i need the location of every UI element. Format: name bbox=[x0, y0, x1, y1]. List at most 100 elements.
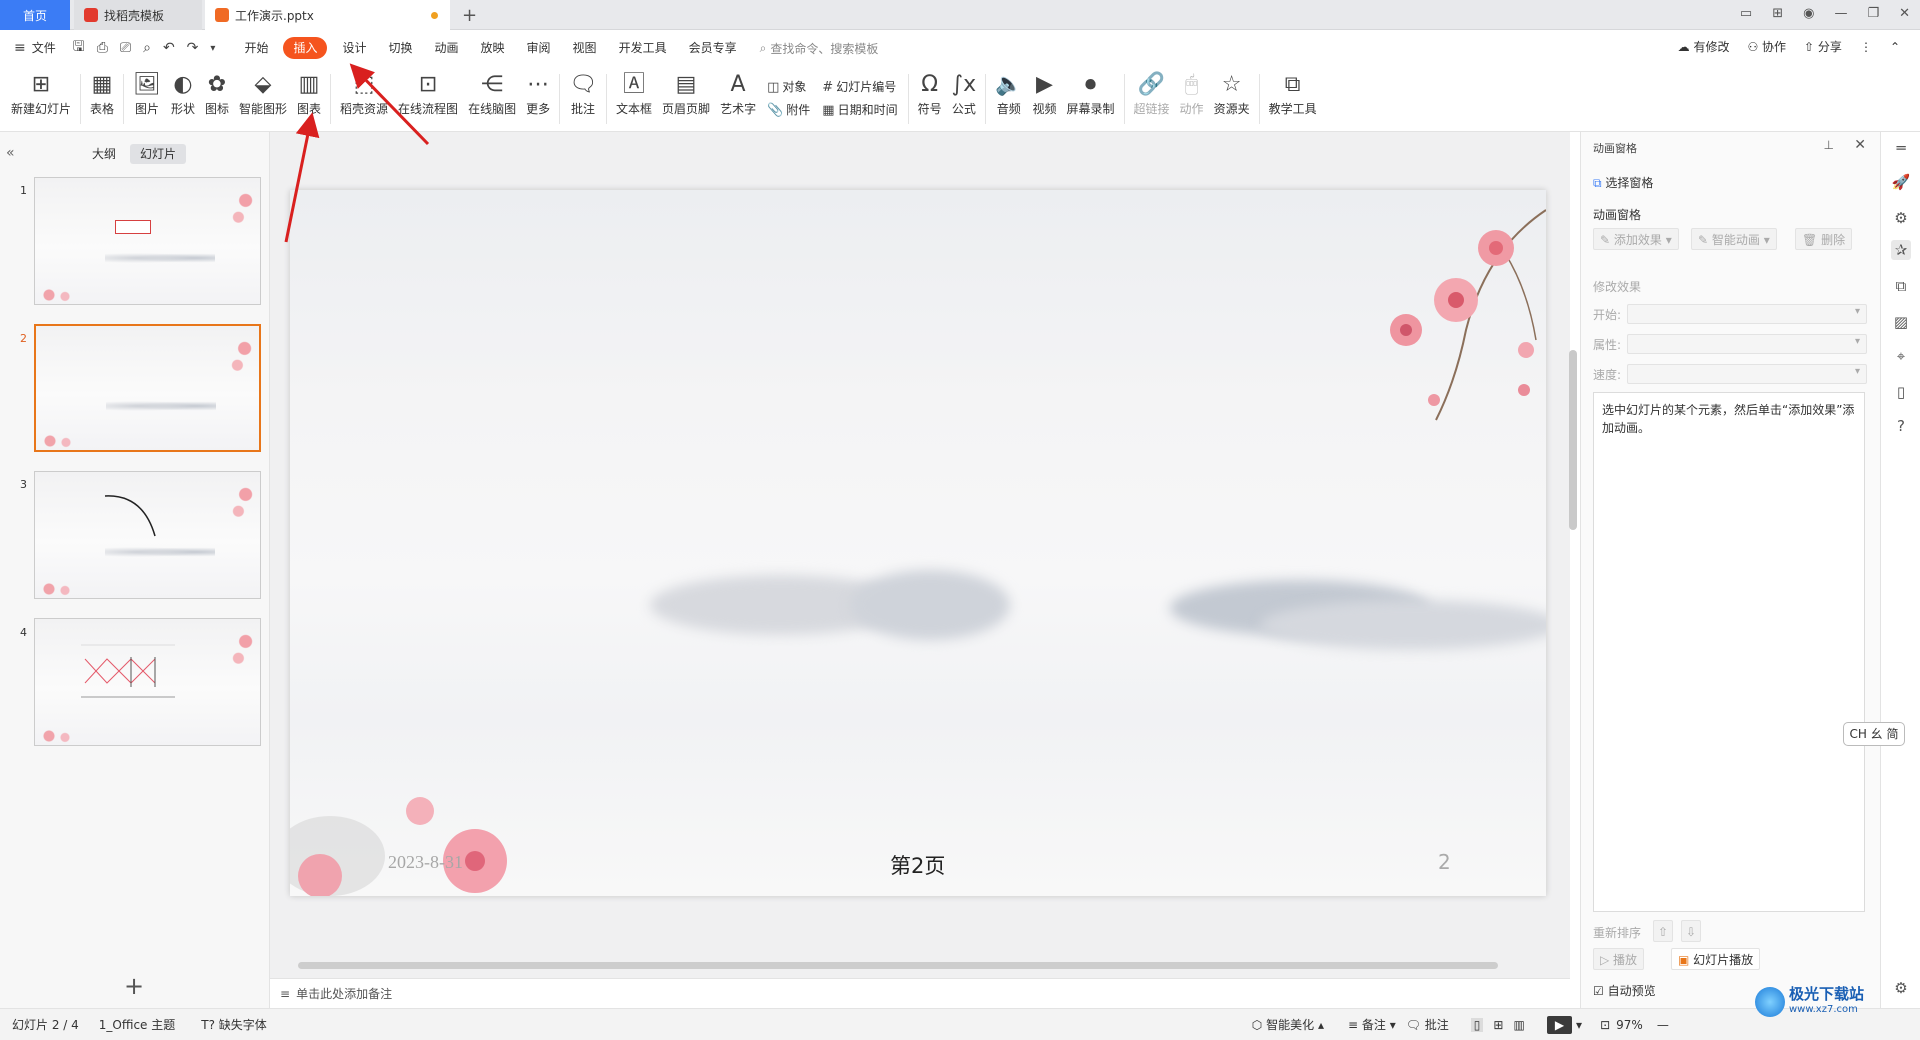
minimize-button[interactable]: — bbox=[1834, 6, 1847, 21]
play-button[interactable]: ▷ 播放 bbox=[1593, 948, 1645, 970]
hyperlink-button[interactable]: 🔗 超链接 bbox=[1129, 66, 1175, 130]
zoom-level[interactable]: 97% bbox=[1616, 1018, 1643, 1032]
ime-indicator[interactable]: CH ⺓ 简 bbox=[1843, 722, 1905, 746]
menu-animation[interactable]: 动画 bbox=[424, 37, 470, 59]
header-footer-button[interactable]: ▤ 页眉页脚 bbox=[657, 66, 715, 130]
pane-title[interactable]: 动画窗格 bbox=[1593, 140, 1637, 156]
collapse-ribbon-icon[interactable]: ⌃ bbox=[1890, 40, 1900, 54]
audio-button[interactable]: 🔈 音频 bbox=[990, 66, 1027, 130]
online-flowchart-button[interactable]: ⊡ 在线流程图 bbox=[393, 66, 463, 130]
horizontal-scrollbar[interactable] bbox=[282, 960, 1562, 970]
add-effect-button[interactable]: ✎ 添加效果 ▾ bbox=[1593, 228, 1679, 250]
screen-record-button[interactable]: ⏺ 屏幕录制 bbox=[1062, 66, 1120, 130]
smart-animation-button[interactable]: ✎ 智能动画 ▾ bbox=[1691, 228, 1777, 250]
hamburger-icon[interactable]: ≡ bbox=[8, 40, 32, 56]
slide-page-number[interactable]: 2 bbox=[1438, 850, 1451, 874]
slide-thumbnail-2[interactable] bbox=[34, 324, 261, 452]
export-pdf-icon[interactable]: ⎙ bbox=[91, 40, 114, 56]
move-up-button[interactable]: ⇧ bbox=[1653, 920, 1674, 942]
tab-slides[interactable]: 幻灯片 bbox=[130, 144, 187, 164]
copy-pane-icon[interactable]: ⧉ bbox=[1891, 276, 1911, 296]
icon-button[interactable]: ✿ 图标 bbox=[200, 66, 234, 130]
notes-toggle-button[interactable]: ≡ 备注 ▾ bbox=[1348, 1016, 1396, 1033]
close-pane-icon[interactable]: ✕ bbox=[1854, 137, 1866, 153]
picture-button[interactable]: 🖼 图片 bbox=[128, 66, 166, 130]
print-icon[interactable]: ⎚ bbox=[114, 40, 137, 56]
move-down-button[interactable]: ⇩ bbox=[1681, 920, 1702, 942]
menu-insert[interactable]: 插入 bbox=[283, 37, 328, 59]
menu-file[interactable]: 文件 bbox=[32, 37, 67, 59]
slide-date[interactable]: 2023-8-31 bbox=[388, 852, 463, 873]
smart-art-button[interactable]: ⬙ 智能图形 bbox=[234, 66, 292, 130]
book-icon[interactable]: ▯ bbox=[1891, 382, 1911, 402]
slide-thumbnail-4[interactable] bbox=[34, 618, 261, 746]
menu-transition[interactable]: 切换 bbox=[377, 37, 423, 59]
action-button[interactable]: 🖱 动作 bbox=[1175, 66, 1209, 130]
delete-button[interactable]: 🗑 删除 bbox=[1795, 228, 1853, 250]
more-options-icon[interactable]: ⋮ bbox=[1860, 40, 1872, 54]
slide-play-button[interactable]: ▣ 幻灯片播放 bbox=[1671, 948, 1761, 970]
collapse-pane-icon[interactable]: « bbox=[6, 145, 15, 161]
add-slide-button[interactable]: + bbox=[124, 972, 144, 1000]
rocket-icon[interactable]: 🚀 bbox=[1891, 172, 1911, 192]
missing-font-button[interactable]: T? 缺失字体 bbox=[201, 1016, 267, 1033]
tab-home[interactable]: 首页 bbox=[0, 0, 70, 30]
slide-number-button[interactable]: # 幻灯片编号 bbox=[822, 78, 897, 95]
settings-gear-icon[interactable]: ⚙ bbox=[1891, 978, 1911, 998]
slide-thumbnail-1[interactable] bbox=[34, 177, 261, 305]
layout-icon[interactable]: ▭ bbox=[1740, 6, 1752, 21]
new-tab-button[interactable]: + bbox=[462, 5, 477, 26]
location-icon[interactable]: ⌖ bbox=[1891, 346, 1911, 366]
object-button[interactable]: ◫ 对象 bbox=[767, 78, 810, 95]
formula-button[interactable]: ∫x 公式 bbox=[947, 66, 981, 130]
property-select[interactable] bbox=[1627, 334, 1867, 354]
scroll-thumb[interactable] bbox=[1569, 350, 1577, 530]
symbol-button[interactable]: Ω 符号 bbox=[913, 66, 947, 130]
picture-pane-icon[interactable]: ▨ bbox=[1891, 312, 1911, 332]
textbox-button[interactable]: 🄰 文本框 bbox=[611, 66, 657, 130]
teaching-tools-button[interactable]: ⧉ 教学工具 bbox=[1264, 66, 1322, 130]
menu-design[interactable]: 设计 bbox=[331, 37, 377, 59]
chart-button[interactable]: ▥ 图表 bbox=[292, 66, 326, 130]
animation-star-icon[interactable]: ✰ bbox=[1891, 240, 1911, 260]
collapse-sidebar-icon[interactable]: ═ bbox=[1891, 138, 1911, 158]
has-changes-button[interactable]: ☁ 有修改 bbox=[1678, 38, 1730, 55]
select-pane-button[interactable]: ⧉ 选择窗格 bbox=[1593, 174, 1653, 191]
save-icon[interactable]: 🖫 bbox=[67, 36, 91, 60]
theme-name[interactable]: 1_Office 主题 bbox=[99, 1016, 175, 1033]
smart-beautify-button[interactable]: ⬡ 智能美化 ▴ bbox=[1252, 1016, 1324, 1033]
comment-toggle-button[interactable]: 🗨 批注 bbox=[1406, 1016, 1449, 1033]
close-button[interactable]: ✕ bbox=[1899, 6, 1910, 21]
video-button[interactable]: ▶ 视频 bbox=[1028, 66, 1062, 130]
shape-button[interactable]: ◐ 形状 bbox=[166, 66, 200, 130]
speed-select[interactable] bbox=[1627, 364, 1867, 384]
restore-button[interactable]: ❐ bbox=[1867, 6, 1879, 21]
avatar[interactable]: ◉ bbox=[1803, 6, 1814, 21]
menu-review[interactable]: 审阅 bbox=[516, 37, 562, 59]
resource-folder-button[interactable]: ☆ 资源夹 bbox=[1209, 66, 1255, 130]
slide-footer-title[interactable]: 第2页 bbox=[890, 850, 945, 880]
start-select[interactable] bbox=[1627, 304, 1867, 324]
share-button[interactable]: ⇧ 分享 bbox=[1804, 38, 1842, 55]
redo-icon[interactable]: ↷ bbox=[181, 40, 205, 56]
reading-view-icon[interactable]: ▥ bbox=[1513, 1018, 1524, 1032]
zoom-out-button[interactable]: — bbox=[1657, 1018, 1669, 1032]
menu-home[interactable]: 开始 bbox=[233, 37, 279, 59]
preview-icon[interactable]: ⌕ bbox=[137, 40, 157, 56]
more-button[interactable]: ⋯ 更多 bbox=[521, 66, 555, 130]
date-time-button[interactable]: ▦ 日期和时间 bbox=[822, 101, 897, 118]
tab-document[interactable]: 工作演示.pptx bbox=[205, 0, 450, 30]
menu-member[interactable]: 会员专享 bbox=[678, 37, 748, 59]
wordart-button[interactable]: A 艺术字 bbox=[715, 66, 761, 130]
notes-bar[interactable]: ≡ 单击此处添加备注 bbox=[270, 978, 1570, 1008]
command-search[interactable]: ⌕ 查找命令、搜索模板 bbox=[760, 40, 879, 57]
help-icon[interactable]: ? bbox=[1891, 416, 1911, 436]
pin-icon[interactable]: ⊥ bbox=[1824, 138, 1834, 152]
scroll-thumb[interactable] bbox=[298, 962, 1498, 969]
grid-apps-icon[interactable]: ⊞ bbox=[1772, 6, 1783, 21]
more-quick-icon[interactable]: ▾ bbox=[204, 43, 221, 54]
menu-developer[interactable]: 开发工具 bbox=[608, 37, 678, 59]
straw-resources-button[interactable]: ⬚ 稻壳资源 bbox=[335, 66, 393, 130]
menu-slideshow[interactable]: 放映 bbox=[470, 37, 516, 59]
table-button[interactable]: ▦ 表格 bbox=[85, 66, 119, 130]
